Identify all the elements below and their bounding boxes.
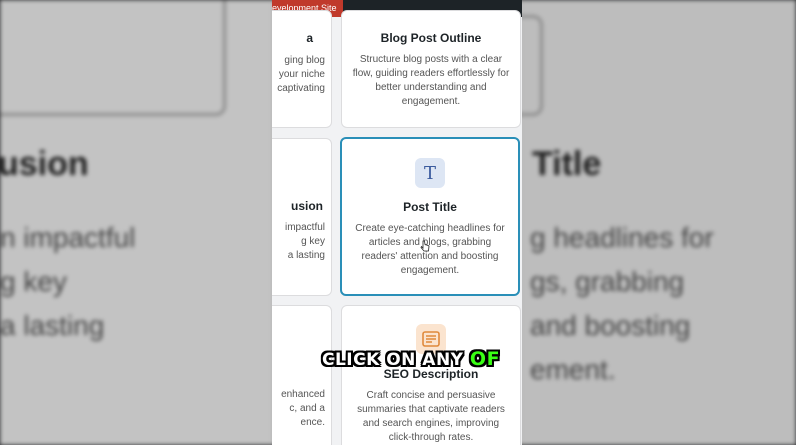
card-description: impactful g key a lasting [284,222,325,261]
background-card-outline [0,0,226,116]
background-line: gs, grabbing [530,266,685,297]
card-title: usion [291,199,323,213]
hand-cursor-icon [420,240,430,252]
background-line: and boosting [530,310,691,341]
background-line: a lasting [0,310,105,341]
seo-description-card[interactable]: SEO Description Craft concise and persua… [341,305,521,445]
background-line: g key [0,266,67,297]
card-description: ging blog your niche captivating [277,55,325,94]
caption-highlight: OF [469,348,501,370]
template-card-partial[interactable]: usion impactful g key a lasting [272,138,332,296]
caption-text: CLICK ON ANY [322,350,464,370]
background-title-right: Title [532,145,602,183]
template-card-partial[interactable]: a ging blog your niche captivating [272,10,332,128]
card-description: Create eye-catching headlines for articl… [355,223,505,276]
card-description: enhanced c, and a ence. [281,389,325,428]
card-title: Post Title [403,200,457,214]
card-title: Blog Post Outline [380,31,482,45]
text-icon: T [415,158,445,188]
phone-screen: evelopment Site a ging blog your niche c… [272,0,522,445]
card-title: a [306,31,313,45]
background-line: g headlines for [530,222,714,253]
background-line: n impactful [0,222,136,253]
template-card-partial[interactable]: enhanced c, and a ence. [272,305,332,445]
card-description: Structure blog posts with a clear flow, … [352,54,510,107]
background-line: ement. [530,354,616,385]
blog-post-outline-card[interactable]: Blog Post Outline Structure blog posts w… [341,10,521,128]
background-title-left: usion [0,145,89,183]
post-title-card[interactable]: T Post Title Create eye-catching headlin… [340,137,520,296]
card-description: Craft concise and persuasive summaries t… [357,390,505,443]
video-caption: CLICK ON ANY OF [322,348,500,370]
